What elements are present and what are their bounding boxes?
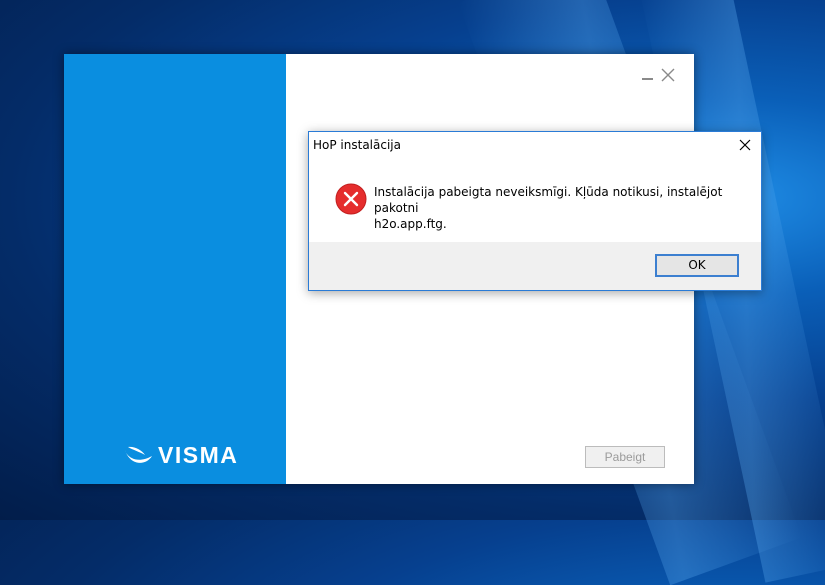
dialog-message-line: h2o.app.ftg. [374,217,447,231]
minimize-icon[interactable] [640,68,654,80]
visma-logo: VISMA [124,442,238,469]
dialog-title: HoP instalācija [313,138,401,152]
visma-logo-icon [125,446,152,463]
finish-button[interactable]: Pabeigt [585,446,665,468]
brand-text: VISMA [158,442,239,468]
dialog-button-bar: OK [309,242,761,290]
ok-button[interactable]: OK [655,254,739,277]
error-dialog: HoP instalācija Instalācija pabeigta nev… [308,131,762,291]
dialog-message-line: Instalācija pabeigta neveiksmīgi. Kļūda … [374,185,723,215]
error-icon [335,183,367,215]
close-icon[interactable] [661,68,675,82]
dialog-close-icon[interactable] [739,138,751,151]
dialog-message: Instalācija pabeigta neveiksmīgi. Kļūda … [374,184,754,232]
installer-brand-panel: VISMA [64,54,286,484]
